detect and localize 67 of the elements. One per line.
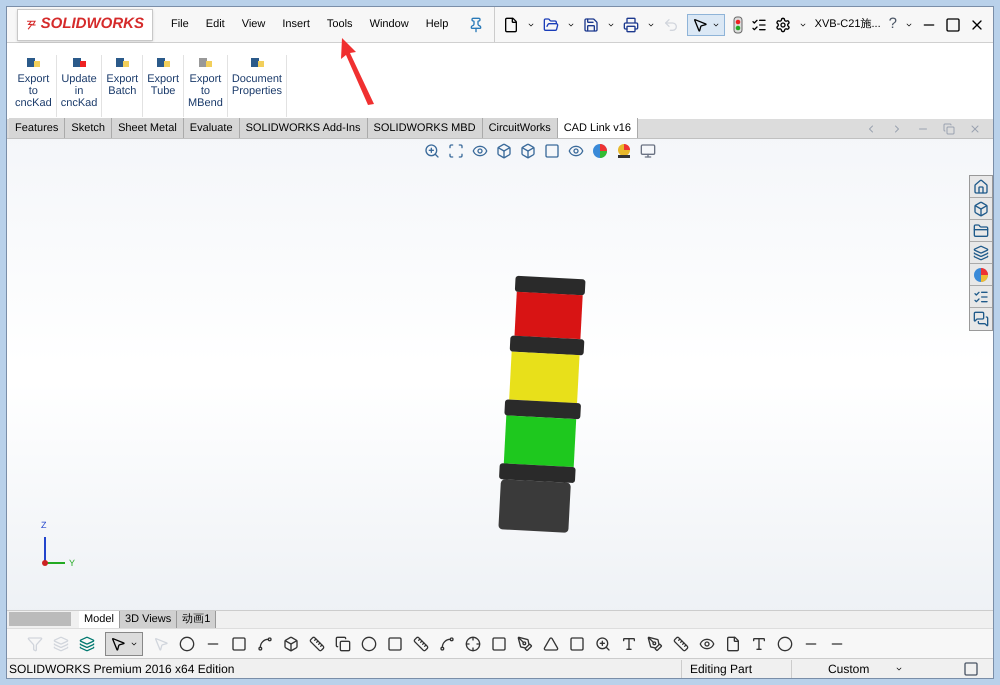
save-icon[interactable] bbox=[582, 16, 599, 32]
y-axis-label: Y bbox=[69, 557, 76, 570]
rectangle-filter-icon[interactable] bbox=[231, 636, 247, 652]
cursor-icon bbox=[110, 636, 126, 652]
eye-filter-icon[interactable] bbox=[699, 636, 715, 652]
model-tab[interactable]: 3D Views bbox=[120, 611, 178, 628]
text-filter-icon[interactable] bbox=[621, 636, 637, 652]
select-button[interactable] bbox=[105, 632, 143, 656]
model-tab[interactable]: Model bbox=[79, 611, 120, 628]
print-icon[interactable] bbox=[622, 16, 639, 32]
appearance-icon[interactable] bbox=[592, 143, 608, 159]
chat-icon[interactable] bbox=[973, 311, 989, 327]
menu-item[interactable]: Help bbox=[426, 16, 448, 33]
home-icon[interactable] bbox=[973, 178, 989, 194]
text-filter-icon[interactable] bbox=[751, 636, 767, 652]
traffic-light-icon[interactable] bbox=[732, 16, 743, 34]
ribbon-tab[interactable]: SOLIDWORKS Add-Ins bbox=[240, 118, 368, 138]
folder-icon[interactable] bbox=[973, 222, 989, 238]
settings-icon[interactable] bbox=[774, 16, 791, 32]
scene-icon[interactable] bbox=[616, 143, 632, 159]
command-button[interactable]: Export to MBend bbox=[184, 55, 228, 117]
appearance-icon[interactable] bbox=[973, 266, 989, 282]
magnifier-filter-icon[interactable] bbox=[595, 636, 611, 652]
document-title: XVB-C21施... bbox=[814, 17, 881, 32]
pen-filter-icon[interactable] bbox=[517, 636, 533, 652]
menu-item[interactable]: View bbox=[242, 16, 266, 33]
ribbon-tab[interactable]: SOLIDWORKS MBD bbox=[368, 118, 483, 138]
command-button[interactable]: Update in cncKad bbox=[56, 55, 102, 117]
z-axis-label: Z bbox=[41, 519, 46, 532]
ribbon-tab[interactable]: CircuitWorks bbox=[482, 118, 558, 138]
new-document-icon[interactable] bbox=[502, 16, 519, 32]
menu-item[interactable]: Edit bbox=[206, 16, 225, 33]
ribbon-tab[interactable]: Features bbox=[9, 118, 66, 138]
command-button[interactable]: Export Tube bbox=[143, 55, 184, 117]
ribbon-tab[interactable]: Evaluate bbox=[184, 118, 240, 138]
target-filter-icon[interactable] bbox=[465, 636, 481, 652]
cursor-icon bbox=[692, 16, 708, 32]
zoom-fit-icon[interactable] bbox=[424, 143, 440, 159]
pin-icon[interactable] bbox=[468, 16, 484, 32]
monitor-icon[interactable] bbox=[640, 143, 656, 159]
select-button[interactable] bbox=[686, 14, 725, 36]
list-icon[interactable] bbox=[973, 288, 989, 304]
app-logo: SOLIDWORKS bbox=[17, 8, 153, 40]
menu-item[interactable]: Tools bbox=[326, 16, 353, 33]
options-list-icon[interactable] bbox=[750, 16, 767, 32]
hide-show-icon[interactable] bbox=[568, 143, 584, 159]
units-status[interactable]: Custom bbox=[791, 660, 891, 678]
layers-icon[interactable] bbox=[79, 636, 95, 652]
ribbon-tab[interactable]: Sheet Metal bbox=[112, 118, 184, 138]
ribbon-tab[interactable]: CAD Link v16 bbox=[558, 118, 638, 138]
command-button[interactable]: Export to cncKad bbox=[11, 55, 57, 117]
mode-status: Editing Part bbox=[681, 660, 771, 678]
edition-text: SOLIDWORKS Premium 2016 x64 Edition bbox=[8, 660, 234, 678]
page-filter-icon[interactable] bbox=[725, 636, 741, 652]
command-button[interactable]: Export Batch bbox=[102, 55, 144, 117]
cube-filter-icon[interactable] bbox=[283, 636, 299, 652]
menu-item[interactable]: Insert bbox=[282, 16, 310, 33]
menu-item[interactable]: File bbox=[171, 16, 189, 33]
zoom-area-icon[interactable] bbox=[448, 143, 464, 159]
open-folder-icon[interactable] bbox=[542, 16, 559, 32]
model-tab[interactable]: 动画1 bbox=[177, 611, 216, 628]
maximize-icon[interactable] bbox=[945, 16, 961, 32]
help-button[interactable]: ? bbox=[888, 13, 897, 36]
dimension-filter-icon[interactable] bbox=[413, 636, 429, 652]
menu-item[interactable]: Window bbox=[370, 16, 409, 33]
command-button[interactable]: Document Properties bbox=[228, 55, 287, 117]
ribbon-tab[interactable]: Sketch bbox=[65, 118, 112, 138]
